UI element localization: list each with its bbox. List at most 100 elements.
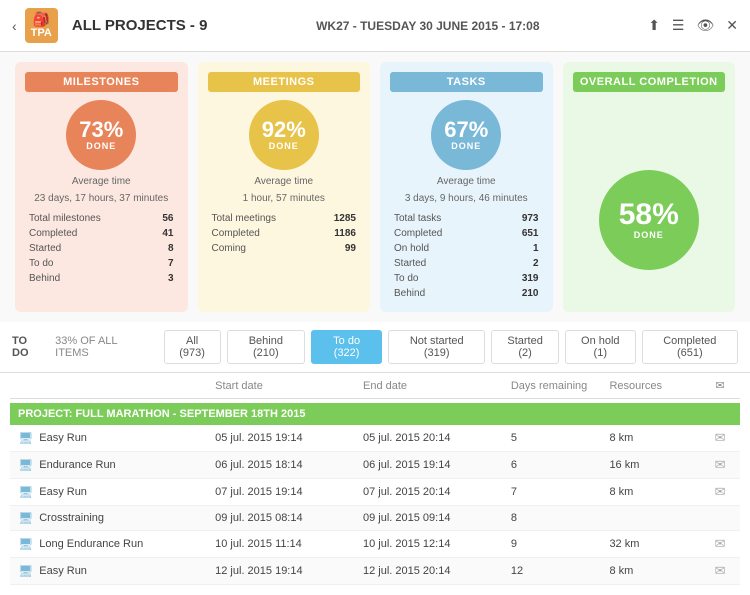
stat-value: 56 [151, 212, 175, 225]
menu-icon[interactable]: ☰ [672, 17, 685, 34]
task-icon: 🖥 [18, 511, 33, 525]
stat-value: 2 [499, 257, 541, 270]
stat-value: 319 [499, 272, 541, 285]
stat-value: 8 [151, 242, 175, 255]
stat-label: Completed [392, 227, 497, 240]
task-icon: 🖥 [18, 485, 33, 499]
task-mail[interactable]: ✉ [708, 563, 732, 579]
task-end: 10 jul. 2015 12:14 [363, 538, 511, 550]
task-name-cell: 🖥 Long Endurance Run [18, 537, 215, 551]
task-name: Easy Run [39, 432, 87, 444]
milestones-done-label: DONE [86, 141, 116, 151]
completion-circle: 58% DONE [599, 170, 699, 270]
col-header-resources: Resources [609, 380, 708, 392]
mail-icon: ✉ [715, 457, 726, 472]
filter-pct-label: 33% OF ALL ITEMS [55, 335, 149, 359]
stat-label: Coming [210, 242, 316, 255]
table-row: Started2 [392, 257, 541, 270]
meetings-done-label: DONE [269, 141, 299, 151]
task-start: 07 jul. 2015 19:14 [215, 486, 363, 498]
task-resources: 16 km [609, 459, 708, 471]
filter-btn-onhold[interactable]: On hold (1) [565, 330, 636, 364]
task-days: 12 [511, 565, 610, 577]
tasks-circle-container: 67% DONE [390, 100, 543, 170]
card-meetings: MEETINGS 92% DONE Average time 1 hour, 5… [198, 62, 371, 312]
stats-row: MILESTONES 73% DONE Average time 23 days… [0, 52, 750, 322]
task-start: 09 jul. 2015 08:14 [215, 512, 363, 524]
task-end: 07 jul. 2015 20:14 [363, 486, 511, 498]
table-row: To do7 [27, 257, 176, 270]
table-row: To do319 [392, 272, 541, 285]
filter-btn-completed[interactable]: Completed (651) [642, 330, 738, 364]
task-mail[interactable]: ✉ [708, 457, 732, 473]
stat-label: Completed [27, 227, 149, 240]
col-header-days: Days remaining [511, 380, 610, 392]
stat-value: 41 [151, 227, 175, 240]
tasks-avg-label: Average time [390, 176, 543, 187]
stat-value: 99 [317, 242, 358, 255]
col-header-start: Start date [215, 380, 363, 392]
meetings-circle-container: 92% DONE [208, 100, 361, 170]
task-end: 06 jul. 2015 19:14 [363, 459, 511, 471]
view-icon[interactable]: 👁 [696, 17, 714, 34]
close-icon[interactable]: ✕ [726, 17, 738, 34]
filter-btn-all[interactable]: All (973) [164, 330, 221, 364]
filter-btn-behind[interactable]: Behind (210) [227, 330, 305, 364]
task-resources: 8 km [609, 486, 708, 498]
task-mail[interactable]: ✉ [708, 484, 732, 500]
stat-value: 651 [499, 227, 541, 240]
page-title: ALL PROJECTS - 9 [72, 17, 208, 34]
logo-icon: 🎒 [33, 12, 50, 27]
mail-icon: ✉ [715, 536, 726, 551]
card-tasks: TASKS 67% DONE Average time 3 days, 9 ho… [380, 62, 553, 312]
milestones-pct: 73% [79, 119, 123, 141]
task-name-cell: 🖥 Easy Run [18, 431, 215, 445]
stat-label: Total meetings [210, 212, 316, 225]
meetings-avg-value: 1 hour, 57 minutes [208, 193, 361, 204]
task-mail[interactable]: ✉ [708, 536, 732, 552]
task-days: 6 [511, 459, 610, 471]
milestones-title: MILESTONES [25, 72, 178, 92]
header-left: ‹ 🎒 TPA ALL PROJECTS - 9 [12, 8, 207, 43]
col-header-end: End date [363, 380, 511, 392]
tasks-pct: 67% [444, 119, 488, 141]
header-date: WK27 - TUESDAY 30 JUNE 2015 - 17:08 [207, 19, 648, 33]
stat-label: Behind [27, 272, 149, 285]
task-name: Crosstraining [39, 512, 104, 524]
tasks-circle: 67% DONE [431, 100, 501, 170]
task-name-cell: 🖥 Endurance Run [18, 458, 215, 472]
milestones-circle-container: 73% DONE [25, 100, 178, 170]
task-name-cell: 🖥 Easy Run [18, 564, 215, 578]
stat-value: 1285 [317, 212, 358, 225]
task-start: 10 jul. 2015 11:14 [215, 538, 363, 550]
back-button[interactable]: ‹ [12, 18, 17, 34]
table-row: 🖥 Long Endurance Run 10 jul. 2015 11:14 … [10, 531, 740, 558]
table-row: Total milestones56 [27, 212, 176, 225]
task-name-cell: 🖥 Crosstraining [18, 511, 215, 525]
tasks-done-label: DONE [451, 141, 481, 151]
table-header: Start date End date Days remaining Resou… [10, 373, 740, 399]
task-mail[interactable]: ✉ [708, 430, 732, 446]
mail-icon: ✉ [715, 563, 726, 578]
milestones-avg-label: Average time [25, 176, 178, 187]
table-row: Started8 [27, 242, 176, 255]
task-icon: 🖥 [18, 458, 33, 472]
task-end: 09 jul. 2015 09:14 [363, 512, 511, 524]
task-icon: 🖥 [18, 537, 33, 551]
card-completion: OVERALL COMPLETION 58% DONE [563, 62, 736, 312]
stat-label: Started [27, 242, 149, 255]
task-end: 05 jul. 2015 20:14 [363, 432, 511, 444]
share-icon[interactable]: ⬆ [648, 17, 660, 34]
filter-todo-label: TO DO [12, 335, 45, 359]
mail-icon: ✉ [715, 430, 726, 445]
task-days: 5 [511, 432, 610, 444]
milestones-avg-value: 23 days, 17 hours, 37 minutes [25, 193, 178, 204]
filter-btn-started[interactable]: Started (2) [491, 330, 559, 364]
task-days: 9 [511, 538, 610, 550]
filter-btn-notstarted[interactable]: Not started (319) [388, 330, 485, 364]
meetings-title: MEETINGS [208, 72, 361, 92]
table-row: Total tasks973 [392, 212, 541, 225]
filter-btn-todo[interactable]: To do (322) [311, 330, 382, 364]
col-header-mail: ✉ [708, 379, 732, 392]
task-table-section: Start date End date Days remaining Resou… [0, 373, 750, 595]
